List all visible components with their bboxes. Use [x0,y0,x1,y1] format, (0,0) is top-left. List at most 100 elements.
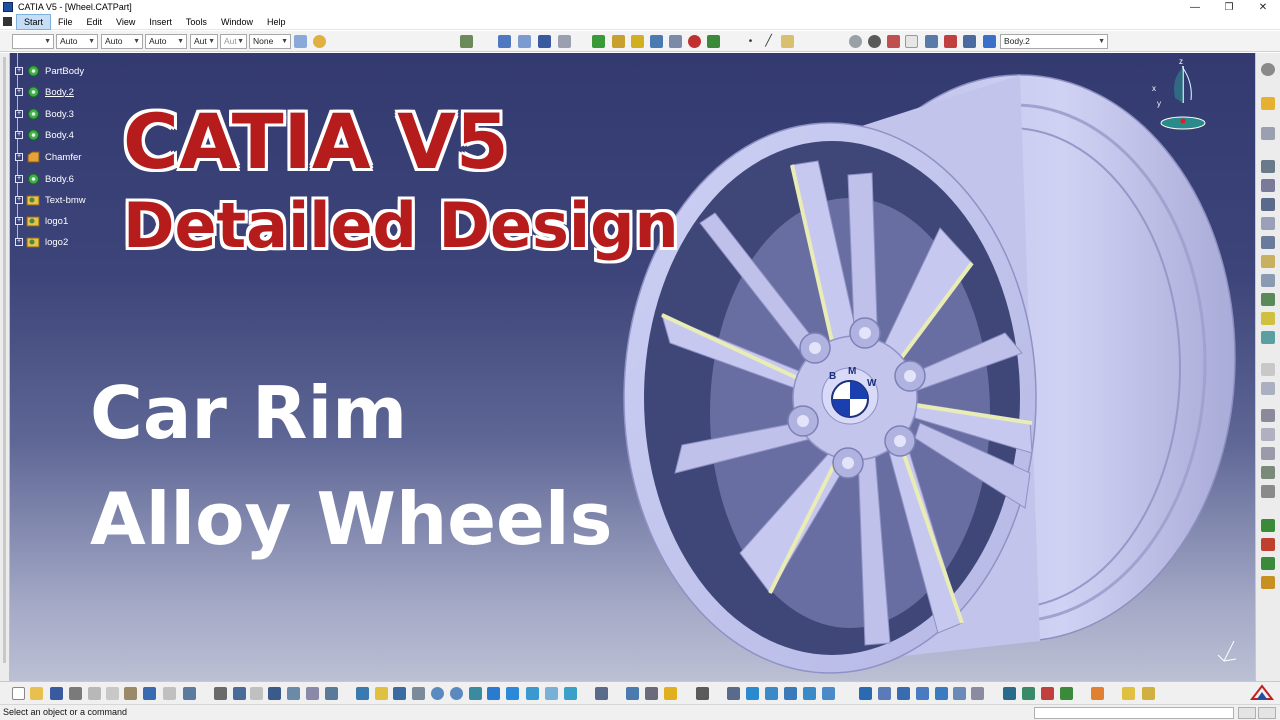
3d-viewport[interactable]: B M W + PartBody + Body.2 + Body.3 + Bod… [10,53,1255,681]
expand-icon[interactable]: + [15,175,23,183]
select-icon[interactable] [1261,97,1275,110]
remove-icon[interactable] [784,687,797,700]
remove-face-icon[interactable] [1261,485,1275,498]
line-type-combo[interactable]: Auto ▼ [56,34,98,49]
menu-tools[interactable]: Tools [179,14,214,30]
shell-icon[interactable] [1261,428,1275,441]
macro-icon[interactable] [325,687,338,700]
measure-icon[interactable] [887,35,900,48]
thread-icon[interactable] [1261,466,1275,479]
sketcher-icon[interactable] [460,35,473,48]
expand-icon[interactable]: + [15,88,23,96]
tree-scrollbar[interactable] [3,57,6,663]
define-in-work-object-icon[interactable] [983,35,996,48]
expand-icon[interactable]: + [15,153,23,161]
sketch-analysis-icon[interactable] [1142,687,1155,700]
thickness-icon[interactable] [1261,447,1275,460]
rotate-view-icon[interactable] [412,687,425,700]
command-input[interactable] [1034,707,1234,719]
expand-icon[interactable]: + [15,131,23,139]
apply-material-2-icon[interactable] [1003,687,1016,700]
split-icon[interactable] [626,687,639,700]
hole-icon[interactable] [669,35,682,48]
fly-mode-icon[interactable] [356,687,369,700]
layer-filter-icon[interactable] [963,35,976,48]
apply-material-icon[interactable] [306,687,319,700]
pocket-icon[interactable] [612,35,625,48]
pad-icon[interactable] [1261,160,1275,173]
render-style-combo[interactable]: Aut ▼ [220,34,247,49]
boolean-icon[interactable] [727,687,740,700]
swap-space-icon[interactable] [564,687,577,700]
tree-item-body3[interactable]: + Body.3 [15,106,74,122]
point-type-combo[interactable]: Auto ▼ [145,34,187,49]
rib-icon[interactable] [688,35,701,48]
axis-system-icon[interactable] [498,35,511,48]
restore-button[interactable]: ❐ [1212,0,1246,14]
tree-item-body6[interactable]: + Body.6 [15,171,74,187]
formula-icon[interactable] [214,687,227,700]
tree-item-partbody[interactable]: + PartBody [15,63,84,79]
command-history-button[interactable] [1238,707,1256,719]
help-icon[interactable] [971,687,984,700]
line-thickness-combo[interactable]: Auto ▼ [101,34,143,49]
catalog-icon[interactable] [287,687,300,700]
groove-icon[interactable] [1261,217,1275,230]
copy-icon[interactable] [106,687,119,700]
measure-tool-icon[interactable] [1122,687,1135,700]
menu-window[interactable]: Window [214,14,260,30]
cut-icon[interactable] [88,687,101,700]
analysis-draft-icon[interactable] [916,687,929,700]
open-folder-icon[interactable] [30,687,43,700]
menu-view[interactable]: View [109,14,142,30]
paste-icon[interactable] [124,687,137,700]
sketch-icon[interactable] [1261,127,1275,140]
assemble-icon[interactable] [746,687,759,700]
loft-icon[interactable] [1261,312,1275,325]
color-combo[interactable]: ▼ [12,34,54,49]
whats-this-icon[interactable] [183,687,196,700]
tree-item-text-bmw[interactable]: + Text-bmw [15,192,86,208]
draft-icon[interactable] [1261,409,1275,422]
groove-icon[interactable] [650,35,663,48]
measure-item-icon[interactable] [878,687,891,700]
hide-show-icon[interactable] [925,35,938,48]
point-icon[interactable]: • [744,35,757,48]
remove-loft-icon[interactable] [1261,331,1275,344]
shading-icon[interactable] [526,687,539,700]
pan-view-icon[interactable] [393,687,406,700]
shaft-icon[interactable] [631,35,644,48]
table-icon[interactable] [268,687,281,700]
symmetry-icon[interactable] [1261,557,1275,570]
translate-icon[interactable] [1261,519,1275,532]
swap-visible-icon[interactable] [944,35,957,48]
gear-icon[interactable] [1261,63,1275,76]
rib-icon[interactable] [1261,255,1275,268]
render-icon[interactable] [1022,687,1035,700]
document-icon[interactable] [3,17,12,26]
zoom-in-icon[interactable] [431,687,444,700]
pattern-icon[interactable] [1261,576,1275,589]
menu-insert[interactable]: Insert [142,14,179,30]
knowledge-icon[interactable] [233,687,246,700]
reorder-icon[interactable] [595,687,608,700]
expand-icon[interactable]: + [15,67,23,75]
close-surface-icon[interactable] [664,687,677,700]
analysis-icon[interactable] [518,35,531,48]
sew-surface-icon[interactable] [696,687,709,700]
grid-icon[interactable] [538,35,551,48]
expand-icon[interactable]: + [15,110,23,118]
constraint-icon[interactable] [1060,687,1073,700]
fillet-icon[interactable] [1261,363,1275,376]
minimize-button[interactable]: — [1178,0,1212,14]
current-body-combo[interactable]: Body.2 ▼ [1000,34,1108,49]
tree-item-logo1[interactable]: + logo1 [15,213,68,229]
expand-icon[interactable]: + [15,238,23,246]
chamfer-icon[interactable] [1261,382,1275,395]
pad-icon[interactable] [592,35,605,48]
thick-surface-icon[interactable] [645,687,658,700]
fit-all-icon[interactable] [375,687,388,700]
multi-view-icon[interactable] [487,687,500,700]
scale-icon[interactable] [905,35,918,48]
tree-item-logo2[interactable]: + logo2 [15,234,68,250]
